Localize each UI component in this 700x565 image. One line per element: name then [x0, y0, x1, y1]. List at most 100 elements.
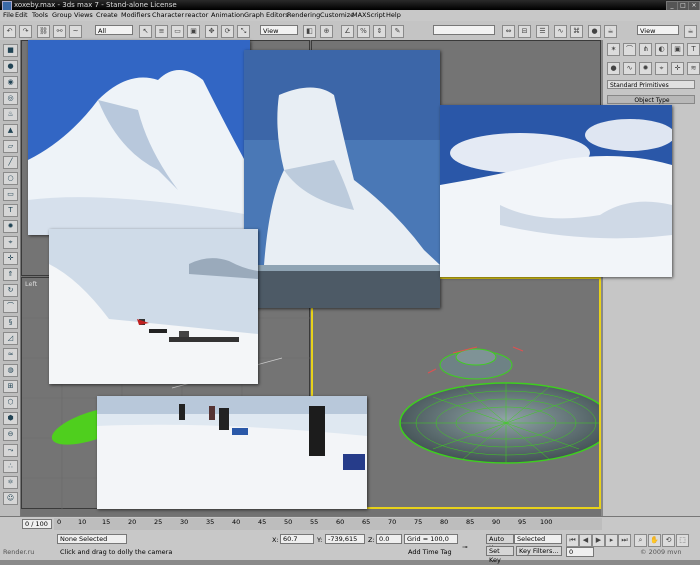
named-selection-combo[interactable] — [433, 25, 495, 35]
select-scale-icon[interactable]: ⤡ — [237, 25, 250, 38]
create-cylinder-icon[interactable]: ◉ — [3, 76, 18, 89]
material-editor-icon[interactable]: ● — [588, 25, 601, 38]
create-camera-icon[interactable]: ⌖ — [3, 236, 18, 249]
shapes-icon[interactable]: ∿ — [623, 62, 636, 75]
twist-icon[interactable]: § — [3, 316, 18, 329]
create-torus-icon[interactable]: ◎ — [3, 92, 18, 105]
select-object-icon[interactable]: ↖ — [139, 25, 152, 38]
bind-space-warp-icon[interactable]: ~ — [69, 25, 82, 38]
snap-icon[interactable]: ⊕ — [320, 25, 333, 38]
menu-tools[interactable]: Tools — [32, 11, 48, 19]
add-time-tag[interactable]: Add Time Tag — [408, 548, 452, 556]
menu-views[interactable]: Views — [74, 11, 93, 19]
menu-create[interactable]: Create — [96, 11, 118, 19]
create-box-icon[interactable]: ■ — [3, 44, 18, 57]
curve-editor-icon[interactable]: ∿ — [554, 25, 567, 38]
geometry-icon[interactable]: ● — [607, 62, 620, 75]
modify-tab-icon[interactable]: ⌒ — [623, 43, 636, 56]
auto-key-button[interactable]: Auto Key — [486, 534, 514, 552]
biped-icon[interactable]: ☺ — [3, 492, 18, 505]
select-link-icon[interactable]: ⛓ — [37, 25, 50, 38]
window-crossing-icon[interactable]: ▣ — [187, 25, 200, 38]
select-by-name-icon[interactable]: ≡ — [155, 25, 168, 38]
helpers-icon[interactable]: ✛ — [671, 62, 684, 75]
menu-help[interactable]: Help — [386, 11, 401, 19]
angle-snap-icon[interactable]: ∠ — [341, 25, 354, 38]
menu-animation[interactable]: Animation — [211, 11, 244, 19]
pivot-icon[interactable]: ◧ — [303, 25, 316, 38]
go-to-start-icon[interactable]: ⏮ — [566, 534, 579, 547]
undo-icon[interactable]: ↶ — [3, 25, 16, 38]
uvw-map-icon[interactable]: ⊞ — [3, 380, 18, 393]
loft-icon[interactable]: ⤳ — [3, 444, 18, 457]
edit-mesh-icon[interactable]: ⬡ — [3, 396, 18, 409]
play-icon[interactable]: ▶ — [592, 534, 605, 547]
bend-icon[interactable]: ⌒ — [3, 300, 18, 313]
go-to-end-icon[interactable]: ⏭ — [618, 534, 631, 547]
lathe-icon[interactable]: ↻ — [3, 284, 18, 297]
render-scene-icon[interactable]: ☕ — [604, 25, 617, 38]
noise-icon[interactable]: ≈ — [3, 348, 18, 361]
extrude-icon[interactable]: ⇑ — [3, 268, 18, 281]
selection-filter-combo[interactable]: All — [95, 25, 133, 35]
key-selection-combo[interactable]: Selected — [514, 534, 562, 544]
schematic-view-icon[interactable]: ⌘ — [570, 25, 583, 38]
prev-frame-icon[interactable]: ◀ — [579, 534, 592, 547]
z-coordinate-field[interactable]: 0.0 — [376, 534, 402, 544]
create-rectangle-icon[interactable]: ▭ — [3, 188, 18, 201]
create-cone-icon[interactable]: ▲ — [3, 124, 18, 137]
key-filters-button[interactable]: Key Filters... — [516, 546, 562, 556]
align-icon[interactable]: ⊟ — [518, 25, 531, 38]
unlink-icon[interactable]: ⚯ — [53, 25, 66, 38]
x-coordinate-field[interactable]: 60.7 — [280, 534, 314, 544]
create-light-icon[interactable]: ✹ — [3, 220, 18, 233]
menu-graph-editors[interactable]: Graph Editors — [244, 11, 289, 19]
menu-character[interactable]: Character — [152, 11, 184, 19]
frame-counter[interactable]: 0 / 100 — [22, 519, 52, 529]
create-sphere-icon[interactable]: ● — [3, 60, 18, 73]
rect-region-icon[interactable]: ▭ — [171, 25, 184, 38]
mirror-icon[interactable]: ⇔ — [502, 25, 515, 38]
select-rotate-icon[interactable]: ⟳ — [221, 25, 234, 38]
zoom-icon[interactable]: ⌕ — [634, 534, 647, 547]
create-circle-icon[interactable]: ○ — [3, 172, 18, 185]
reference-coord-combo[interactable]: View — [260, 25, 298, 35]
menu-modifiers[interactable]: Modifiers — [121, 11, 151, 19]
create-tab-icon[interactable]: ✶ — [607, 43, 620, 56]
current-frame-field[interactable]: 0 — [566, 547, 594, 557]
y-coordinate-field[interactable]: -739,615 — [325, 534, 365, 544]
menu-rendering[interactable]: Rendering — [287, 11, 320, 19]
edit-named-sets-icon[interactable]: ✎ — [391, 25, 404, 38]
create-plane-icon[interactable]: ▱ — [3, 140, 18, 153]
redo-icon[interactable]: ↷ — [19, 25, 32, 38]
spacewarps-icon[interactable]: ≋ — [687, 62, 700, 75]
menu-edit[interactable]: Edit — [15, 11, 28, 19]
orbit-icon[interactable]: ⟲ — [662, 534, 675, 547]
layer-manager-icon[interactable]: ☰ — [536, 25, 549, 38]
display-tab-icon[interactable]: ▣ — [671, 43, 684, 56]
menu-maxscript[interactable]: MAXScript — [352, 11, 385, 19]
create-helper-icon[interactable]: ✛ — [3, 252, 18, 265]
cameras-icon[interactable]: ⌖ — [655, 62, 668, 75]
menu-group[interactable]: Group — [52, 11, 72, 19]
create-teapot-icon[interactable]: ♨ — [3, 108, 18, 121]
meshsmooth-icon[interactable]: ◍ — [3, 364, 18, 377]
motion-tab-icon[interactable]: ◐ — [655, 43, 668, 56]
edit-poly-icon[interactable]: ⬢ — [3, 412, 18, 425]
menu-file[interactable]: File — [3, 11, 14, 19]
category-dropdown[interactable]: Standard Primitives — [607, 80, 695, 89]
menu-reactor[interactable]: reactor — [185, 11, 208, 19]
utilities-tab-icon[interactable]: T — [687, 43, 700, 56]
quick-render-icon[interactable]: ☕ — [684, 25, 697, 38]
next-frame-icon[interactable]: ▸ — [605, 534, 618, 547]
create-text-icon[interactable]: T — [3, 204, 18, 217]
key-icon[interactable]: ⊸ — [462, 543, 467, 551]
spinner-snap-icon[interactable]: ⇕ — [373, 25, 386, 38]
set-key-button[interactable]: Set Key — [486, 546, 514, 564]
lights-icon[interactable]: ✹ — [639, 62, 652, 75]
select-move-icon[interactable]: ✥ — [205, 25, 218, 38]
object-type-rollout[interactable]: Object Type — [607, 95, 695, 104]
reactor-icon[interactable]: ⚛ — [3, 476, 18, 489]
percent-snap-icon[interactable]: % — [357, 25, 370, 38]
pan-icon[interactable]: ✋ — [648, 534, 661, 547]
